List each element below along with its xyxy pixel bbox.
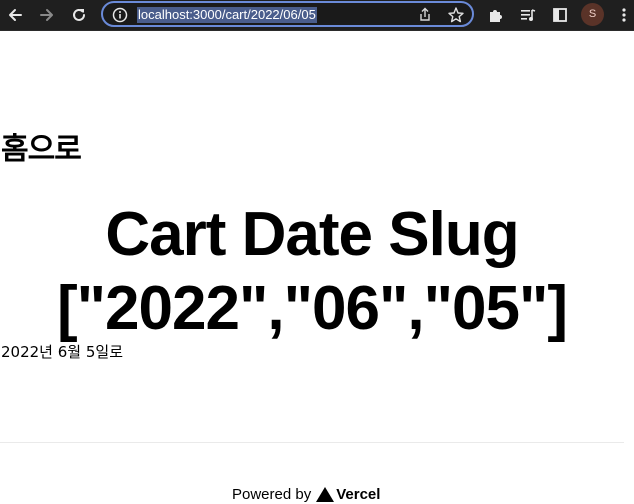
home-link[interactable]: 홈으로 <box>1 132 82 168</box>
profile-avatar[interactable]: S <box>581 3 604 26</box>
media-button[interactable] <box>516 3 540 27</box>
menu-button[interactable] <box>612 3 634 27</box>
footer: Powered by Vercel <box>232 484 380 504</box>
extensions-button[interactable] <box>484 3 508 27</box>
info-icon[interactable] <box>112 7 128 23</box>
vercel-wordmark: Vercel <box>336 485 381 503</box>
date-text: 2022년 6월 5일로 <box>1 343 123 361</box>
vercel-logo-link[interactable]: Vercel <box>316 486 380 503</box>
share-icon[interactable] <box>416 6 434 24</box>
reload-icon <box>73 8 85 21</box>
footer-divider <box>0 442 624 443</box>
back-button[interactable] <box>3 3 27 27</box>
browser-toolbar: localhost:3000/cart/2022/06/05 S <box>0 0 634 31</box>
kebab-menu-icon <box>622 8 626 22</box>
reload-button[interactable] <box>67 3 91 27</box>
puzzle-icon <box>490 10 502 22</box>
arrow-right-icon <box>40 9 53 21</box>
star-icon[interactable] <box>447 6 465 24</box>
forward-button[interactable] <box>35 3 59 27</box>
url-text[interactable]: localhost:3000/cart/2022/06/05 <box>137 7 317 23</box>
side-panel-icon <box>553 8 567 22</box>
powered-by-label: Powered by <box>232 485 312 503</box>
address-bar[interactable]: localhost:3000/cart/2022/06/05 <box>101 1 474 27</box>
page-title: Cart Date Slug ["2022","06","05"] <box>57 200 568 343</box>
arrow-left-icon <box>9 9 22 21</box>
side-panel-button[interactable] <box>548 3 572 27</box>
media-queue-icon <box>521 9 536 21</box>
vercel-triangle-icon <box>316 486 335 502</box>
